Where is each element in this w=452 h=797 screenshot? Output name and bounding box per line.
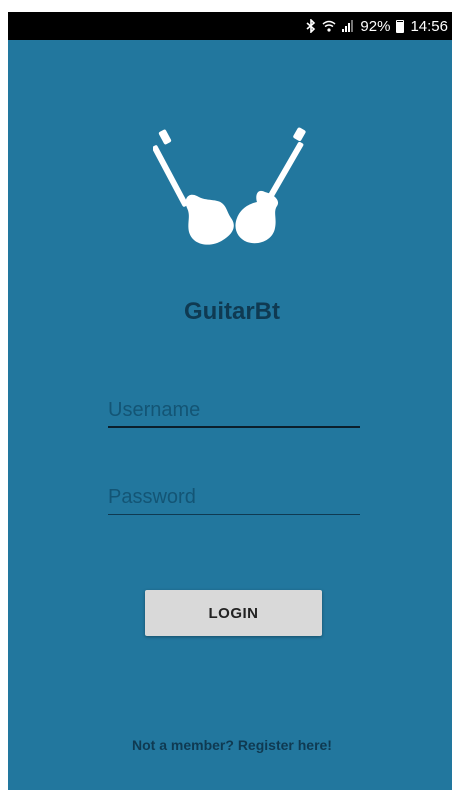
password-input[interactable] (108, 481, 360, 515)
app-title: GuitarBt (184, 298, 280, 325)
username-input[interactable] (108, 394, 360, 428)
bluetooth-icon (306, 19, 316, 33)
battery-percent: 92% (360, 17, 391, 35)
register-link[interactable]: Not a member? Register here! (8, 737, 452, 753)
wifi-icon (322, 20, 336, 32)
login-button[interactable]: LOGIN (145, 590, 322, 636)
app-screen: 92% 14:56 GuitarBt LOGIN Not a member? R… (8, 12, 452, 790)
clock-time: 14:56 (410, 17, 448, 35)
status-bar: 92% 14:56 (8, 12, 452, 40)
signal-icon (342, 20, 354, 32)
battery-icon (396, 19, 405, 33)
crossed-guitars-icon (153, 127, 306, 245)
